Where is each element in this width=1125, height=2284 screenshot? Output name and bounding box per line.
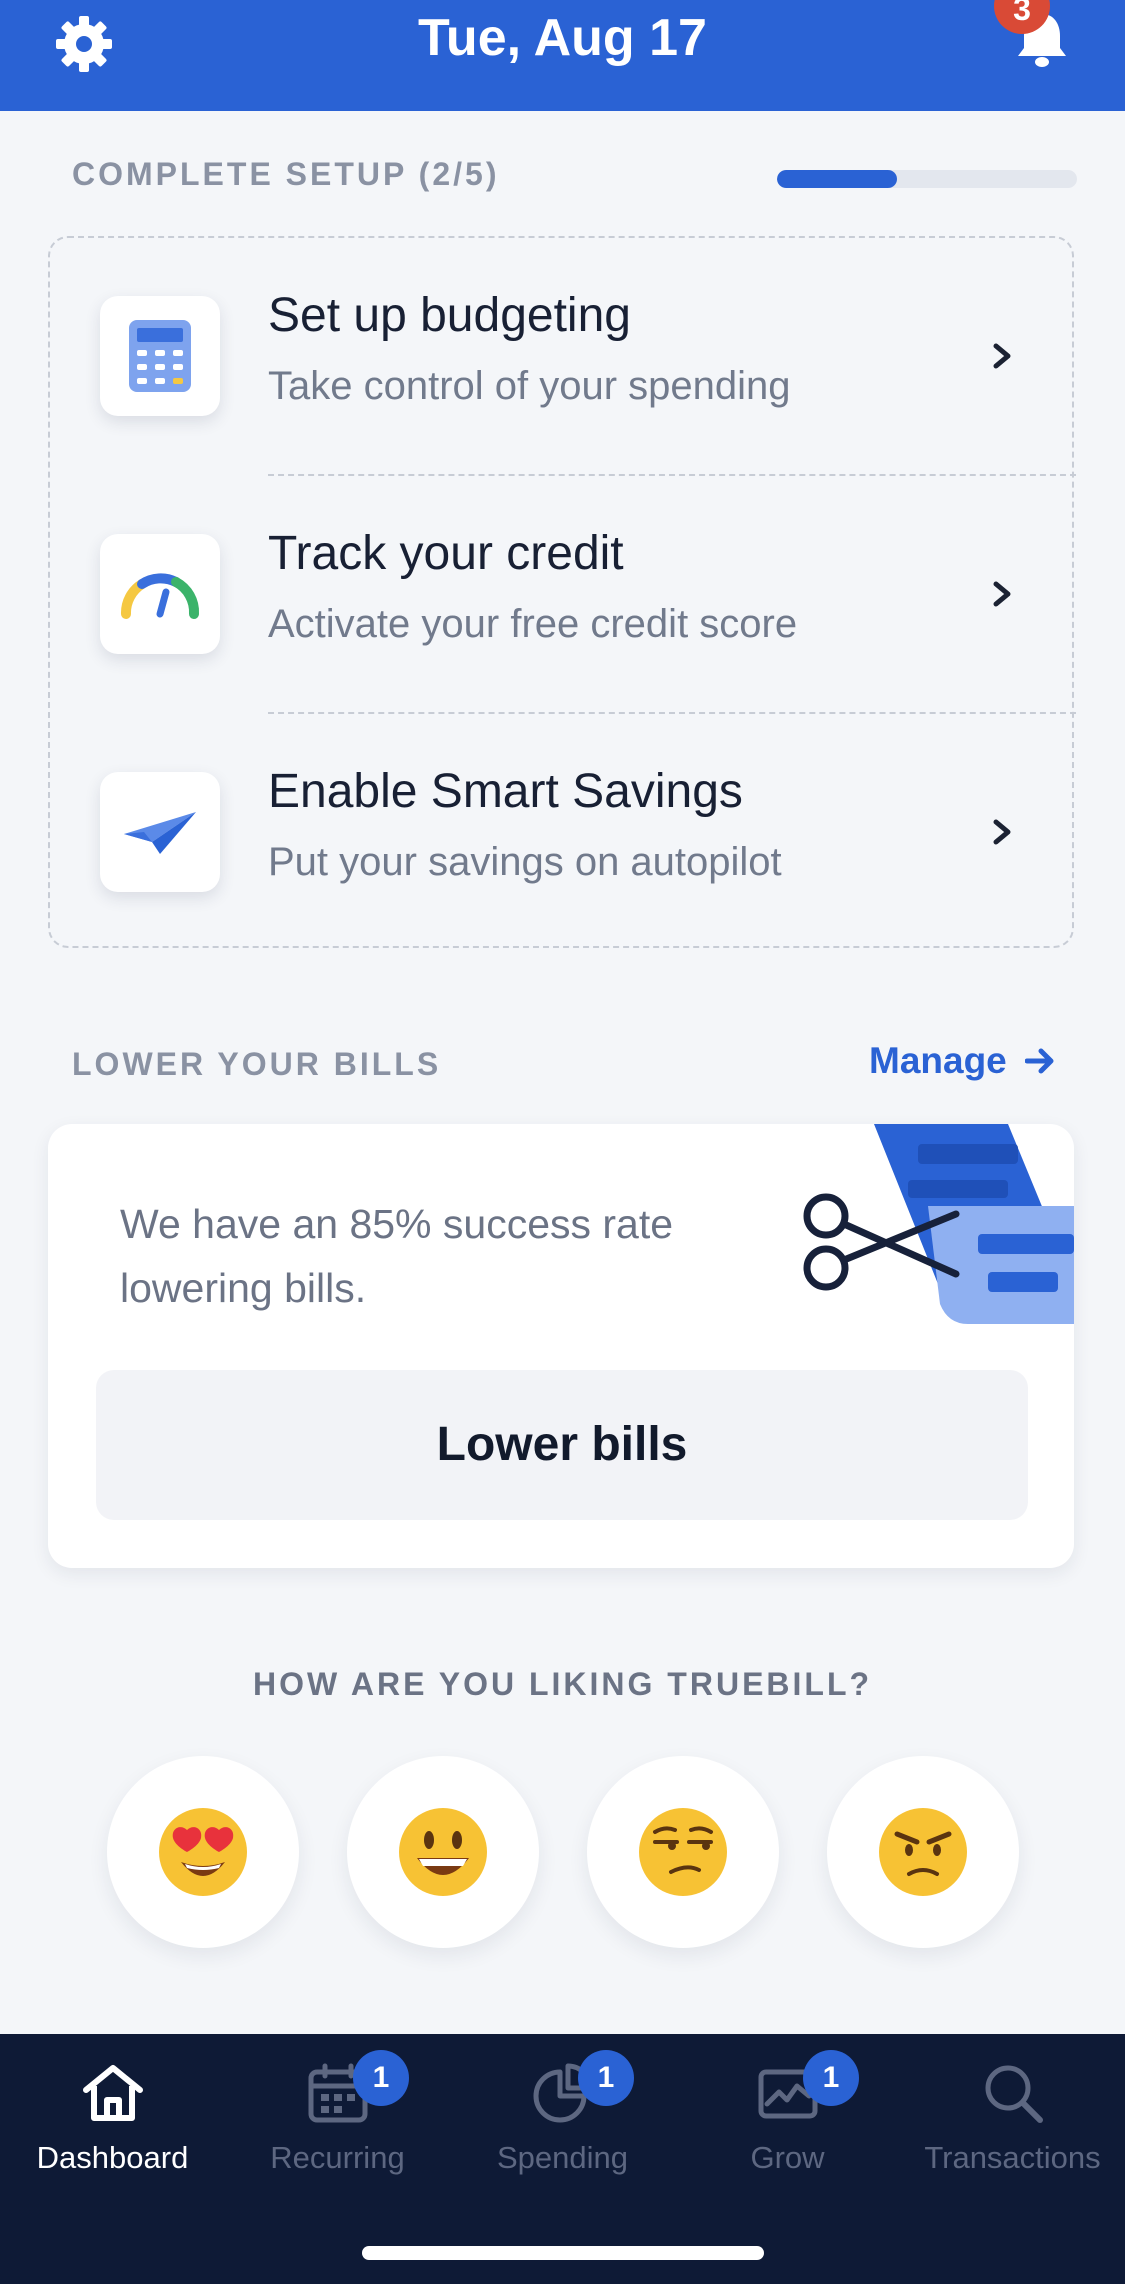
- lower-bills-button[interactable]: Lower bills: [96, 1370, 1028, 1520]
- search-icon: [985, 2065, 1043, 2123]
- scissors-bill-illustration: [803, 1124, 1074, 1324]
- setup-item-title: Track your credit: [268, 527, 624, 580]
- top-header: Tue, Aug 17 3: [0, 0, 1125, 111]
- chevron-right-icon: [993, 819, 1011, 845]
- feedback-meh-button[interactable]: [587, 1756, 779, 1948]
- credit-gauge-icon: [100, 534, 220, 654]
- setup-item-smart-savings[interactable]: Enable Smart Savings Put your savings on…: [50, 714, 1076, 950]
- nav-label: Grow: [750, 2140, 825, 2175]
- header-date: Tue, Aug 17: [418, 9, 707, 67]
- nav-label: Dashboard: [36, 2140, 189, 2175]
- setup-item-subtitle: Take control of your spending: [268, 364, 791, 408]
- home-icon: [83, 2065, 143, 2121]
- feedback-angry-button[interactable]: [827, 1756, 1019, 1948]
- bills-section-title: LOWER YOUR BILLS: [72, 1046, 442, 1082]
- setup-item-subtitle: Activate your free credit score: [268, 602, 798, 646]
- chevron-right-icon: [993, 343, 1011, 369]
- smiling-emoji: [399, 1808, 487, 1896]
- feedback-happy-button[interactable]: [347, 1756, 539, 1948]
- manage-label: Manage: [869, 1040, 1007, 1081]
- setup-item-credit[interactable]: Track your credit Activate your free cre…: [50, 476, 1076, 712]
- setup-section-title: COMPLETE SETUP (2/5): [72, 156, 500, 192]
- nav-label: Transactions: [924, 2140, 1101, 2175]
- feedback-title: HOW ARE YOU LIKING TRUEBILL?: [252, 1666, 873, 1702]
- nav-badge: 1: [578, 2050, 634, 2106]
- calculator-icon: [100, 296, 220, 416]
- angry-emoji: [879, 1808, 967, 1896]
- paper-plane-icon: [100, 772, 220, 892]
- nav-label: Recurring: [270, 2140, 405, 2175]
- setup-card: Set up budgeting Take control of your sp…: [48, 236, 1076, 950]
- arrow-right-icon: [1024, 1048, 1054, 1074]
- manage-link[interactable]: Manage: [869, 1040, 1055, 1082]
- nav-item-recurring[interactable]: 1 Recurring: [225, 2034, 450, 2234]
- setup-progress-fill: [777, 170, 897, 188]
- setup-progress-bar: [777, 170, 1077, 188]
- nav-item-spending[interactable]: 1 Spending: [450, 2034, 675, 2234]
- nav-badge: 1: [803, 2050, 859, 2106]
- nav-item-dashboard[interactable]: Dashboard: [0, 2034, 225, 2234]
- nav-item-grow[interactable]: 1 Grow: [675, 2034, 900, 2234]
- setup-item-title: Enable Smart Savings: [268, 765, 743, 818]
- heart-eyes-emoji: [159, 1808, 247, 1896]
- bills-description: We have an 85% success rate lowering bil…: [120, 1201, 674, 1311]
- lower-bills-card: We have an 85% success rate lowering bil…: [48, 1124, 1074, 1568]
- unamused-emoji: [639, 1808, 727, 1896]
- setup-item-budgeting[interactable]: Set up budgeting Take control of your sp…: [50, 238, 1076, 474]
- nav-label: Spending: [496, 2140, 628, 2175]
- nav-badge: 1: [353, 2050, 409, 2106]
- feedback-love-button[interactable]: [107, 1756, 299, 1948]
- setup-item-subtitle: Put your savings on autopilot: [268, 840, 782, 884]
- nav-item-transactions[interactable]: Transactions: [900, 2034, 1125, 2234]
- chevron-right-icon: [993, 581, 1011, 607]
- setup-item-title: Set up budgeting: [268, 289, 631, 342]
- home-indicator[interactable]: [362, 2246, 764, 2260]
